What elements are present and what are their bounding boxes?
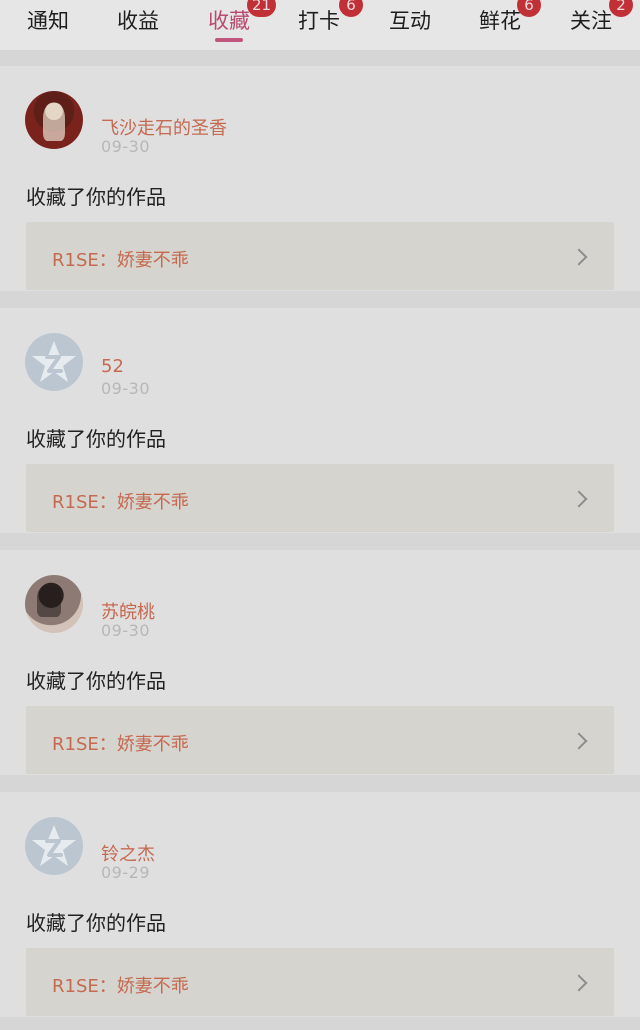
avatar[interactable] (25, 817, 83, 875)
list-item: 52 09-30 收藏了你的作品 R1SE：娇妻不乖 (0, 308, 640, 533)
timestamp: 09-30 (101, 137, 150, 156)
list-item: 飞沙走石的圣香 09-30 收藏了你的作品 R1SE：娇妻不乖 (0, 66, 640, 291)
tab-notifications-label: 通知 (27, 9, 69, 33)
tab-earnings[interactable]: 收益 (116, 0, 160, 50)
work-title: R1SE：娇妻不乖 (52, 734, 189, 755)
avatar-photo (37, 585, 61, 617)
tab-flowers-label: 鲜花 (479, 9, 521, 33)
tab-interactions-label: 互动 (389, 9, 431, 33)
tab-favorites[interactable]: 收藏 21 (207, 0, 277, 50)
timestamp: 09-29 (101, 863, 150, 882)
timestamp: 09-30 (101, 379, 150, 398)
list-item: 铃之杰 09-29 收藏了你的作品 R1SE：娇妻不乖 (0, 792, 640, 1017)
flowers-badge: 6 (517, 0, 541, 17)
favorites-badge: 21 (247, 0, 277, 17)
work-link[interactable]: R1SE：娇妻不乖 (26, 464, 614, 532)
tab-checkin-label: 打卡 (298, 9, 340, 33)
work-link[interactable]: R1SE：娇妻不乖 (26, 706, 614, 774)
active-tab-indicator (215, 38, 243, 42)
chevron-right-icon (576, 248, 588, 266)
work-title: R1SE：娇妻不乖 (52, 492, 189, 513)
activity-text: 收藏了你的作品 (26, 669, 166, 693)
activity-text: 收藏了你的作品 (26, 427, 166, 451)
timestamp: 09-30 (101, 621, 150, 640)
favorites-feed: 飞沙走石的圣香 09-30 收藏了你的作品 R1SE：娇妻不乖 52 09-30… (0, 50, 640, 1030)
work-title: R1SE：娇妻不乖 (52, 976, 189, 997)
username[interactable]: 52 (101, 356, 124, 377)
checkin-badge: 6 (339, 0, 363, 17)
work-title: R1SE：娇妻不乖 (52, 250, 189, 271)
list-item: 苏皖桃 09-30 收藏了你的作品 R1SE：娇妻不乖 (0, 550, 640, 775)
tab-earnings-label: 收益 (117, 9, 159, 33)
avatar-photo (43, 103, 65, 141)
work-link[interactable]: R1SE：娇妻不乖 (26, 948, 614, 1016)
tab-favorites-label: 收藏 (208, 9, 250, 33)
avatar[interactable] (25, 333, 83, 391)
tab-interactions[interactable]: 互动 (388, 0, 432, 50)
tab-checkin[interactable]: 打卡 6 (297, 0, 363, 50)
activity-text: 收藏了你的作品 (26, 911, 166, 935)
qq-star-avatar-icon (32, 825, 76, 866)
activity-text: 收藏了你的作品 (26, 185, 166, 209)
following-badge: 2 (609, 0, 633, 17)
qq-star-avatar-icon (32, 341, 76, 382)
tab-following-label: 关注 (570, 9, 612, 33)
tab-bar: 通知 收益 收藏 21 打卡 6 互动 鲜花 6 关注 2 (0, 0, 640, 50)
avatar[interactable] (25, 91, 83, 149)
tab-following[interactable]: 关注 2 (569, 0, 633, 50)
chevron-right-icon (576, 732, 588, 750)
tab-notifications[interactable]: 通知 (26, 0, 70, 50)
avatar[interactable] (25, 575, 83, 633)
tab-flowers[interactable]: 鲜花 6 (478, 0, 541, 50)
work-link[interactable]: R1SE：娇妻不乖 (26, 222, 614, 290)
chevron-right-icon (576, 974, 588, 992)
chevron-right-icon (576, 490, 588, 508)
